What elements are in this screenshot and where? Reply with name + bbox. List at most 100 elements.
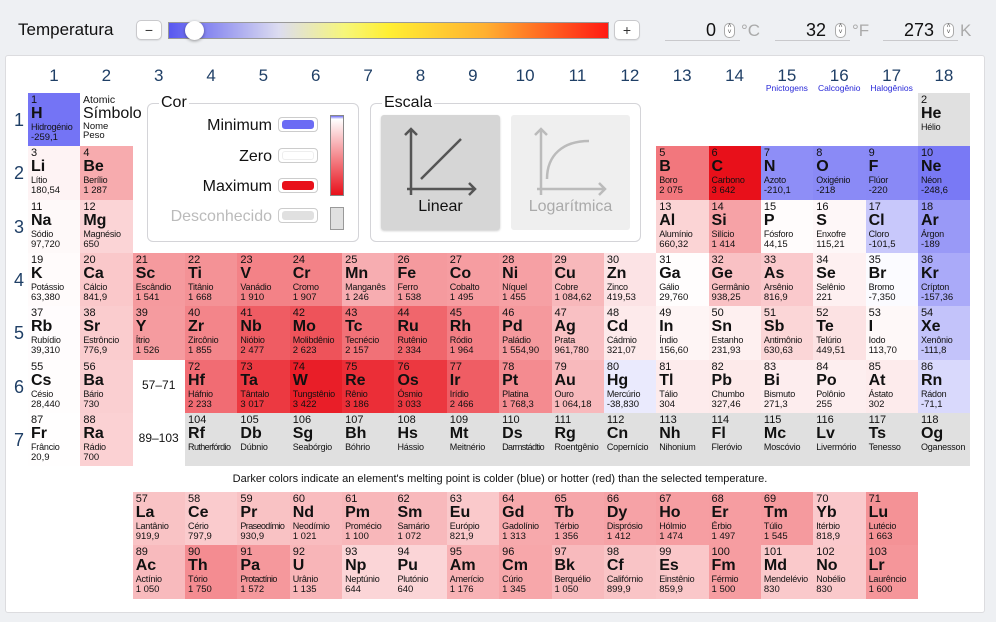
element-cell-tc[interactable]: 43 Tc Tecnécio 2 157	[342, 306, 395, 360]
element-cell-mo[interactable]: 42 Mo Molibdênio 2 623	[289, 306, 343, 360]
maximum-color-swatch[interactable]	[278, 178, 318, 193]
element-cell-sg[interactable]: 106 Sg Seabórgio	[289, 412, 343, 467]
element-cell-ag[interactable]: 47 Ag Prata 961,780	[551, 306, 604, 360]
element-cell-sr[interactable]: 38 Sr Estrôncio 776,9	[80, 306, 133, 360]
element-cell-pd[interactable]: 46 Pd Paládio 1 554,90	[499, 306, 552, 360]
element-cell-pb[interactable]: 82 Pb Chumbo 327,46	[708, 359, 761, 413]
element-cell-pu[interactable]: 94 Pu Plutónio 640	[394, 545, 447, 599]
element-cell-er[interactable]: 68 Er Érbio 1 497	[708, 492, 761, 546]
element-cell-cs[interactable]: 55 Cs Césio 28,440	[28, 359, 81, 413]
element-cell-nd[interactable]: 60 Nd Neodímio 1 021	[289, 492, 343, 546]
element-cell-in[interactable]: 49 In Índio 156,60	[656, 306, 709, 360]
element-cell-si[interactable]: 14 Si Silício 1 414	[708, 199, 761, 253]
element-cell-pt[interactable]: 78 Pt Platina 1 768,3	[499, 359, 552, 413]
element-cell-ra[interactable]: 88 Ra Rádio 700	[80, 412, 133, 467]
element-cell-au[interactable]: 79 Au Ouro 1 064,18	[551, 359, 604, 413]
celsius-stepper[interactable]: ˄ ˅	[724, 23, 735, 38]
unknown-color-swatch[interactable]	[278, 208, 318, 223]
element-cell-lu[interactable]: 71 Lu Lutécio 1 663	[865, 492, 918, 546]
element-cell-fm[interactable]: 100 Fm Férmio 1 500	[708, 545, 761, 599]
element-cell-i[interactable]: 53 I Iodo 113,70	[865, 306, 918, 360]
element-cell-c[interactable]: 6 C Carbono 3 642	[708, 146, 761, 200]
element-cell-la[interactable]: 57 La Lantânio 919,9	[132, 492, 186, 546]
element-cell-yb[interactable]: 70 Yb Itérbio 818,9	[813, 492, 866, 546]
minimum-color-swatch[interactable]	[278, 117, 318, 132]
element-cell-cm[interactable]: 96 Cm Cúrio 1 345	[499, 545, 552, 599]
element-cell-w[interactable]: 74 W Tungstênio 3 422	[289, 359, 343, 413]
element-cell-tl[interactable]: 81 Tl Tálio 304	[656, 359, 709, 413]
element-cell-mc[interactable]: 115 Mc Moscóvio	[760, 412, 814, 467]
element-cell-he[interactable]: 2 He Hélio	[917, 93, 971, 147]
element-cell-as[interactable]: 33 As Arsênio 816,9	[760, 252, 814, 307]
element-cell-p[interactable]: 15 P Fósforo 44,15	[760, 199, 814, 253]
element-cell-mn[interactable]: 25 Mn Manganês 1 246	[342, 252, 395, 307]
element-cell-se[interactable]: 34 Se Selênio 221	[813, 252, 866, 307]
element-cell-te[interactable]: 52 Te Telúrio 449,51	[813, 306, 866, 360]
element-cell-u[interactable]: 92 U Urânio 1 135	[289, 545, 343, 599]
element-cell-bh[interactable]: 107 Bh Bóhrio	[342, 412, 395, 467]
element-cell-al[interactable]: 13 Al Alumínio 660,32	[656, 199, 709, 253]
element-cell-ds[interactable]: 110 Ds Darmstádtio	[499, 412, 552, 467]
element-cell-sc[interactable]: 21 Sc Escândio 1 541	[132, 252, 186, 307]
temperature-slider[interactable]	[168, 22, 609, 39]
element-cell-gd[interactable]: 64 Gd Gadolínio 1 313	[499, 492, 552, 546]
element-cell-ce[interactable]: 58 Ce Cério 797,9	[185, 492, 238, 546]
element-cell-ts[interactable]: 117 Ts Tenesso	[865, 412, 918, 467]
element-cell-ni[interactable]: 28 Ni Níquel 1 455	[499, 252, 552, 307]
actinides-placeholder[interactable]: 89–103	[133, 431, 185, 445]
element-cell-mt[interactable]: 109 Mt Meitnério	[446, 412, 500, 467]
element-cell-am[interactable]: 95 Am Amerício 1 176	[446, 545, 500, 599]
zero-color-swatch[interactable]	[278, 148, 318, 163]
element-cell-sn[interactable]: 50 Sn Estanho 231,93	[708, 306, 761, 360]
element-cell-lr[interactable]: 103 Lr Laurêncio 1 600	[865, 545, 918, 599]
linear-scale-button[interactable]: Linear	[381, 115, 500, 230]
increase-button[interactable]: +	[614, 20, 640, 40]
element-cell-ac[interactable]: 89 Ac Actínio 1 050	[132, 545, 186, 599]
element-cell-ne[interactable]: 10 Ne Néon -248,6	[917, 146, 971, 200]
element-cell-rg[interactable]: 111 Rg Roentgênio	[551, 412, 604, 467]
element-cell-tb[interactable]: 65 Tb Térbio 1 356	[551, 492, 604, 546]
element-cell-os[interactable]: 76 Os Ósmio 3 033	[394, 359, 447, 413]
element-cell-ar[interactable]: 18 Ar Árgon -189	[917, 199, 971, 253]
element-cell-sm[interactable]: 62 Sm Samário 1 072	[394, 492, 447, 546]
element-cell-th[interactable]: 90 Th Tório 1 750	[185, 545, 238, 599]
element-cell-mg[interactable]: 12 Mg Magnésio 650	[80, 199, 133, 253]
element-cell-md[interactable]: 101 Md Mendelévio 830	[760, 545, 814, 599]
element-cell-s[interactable]: 16 S Enxofre 115,21	[813, 199, 866, 253]
element-cell-ir[interactable]: 77 Ir Irídio 2 466	[446, 359, 500, 413]
log-scale-button[interactable]: Logarítmica	[511, 115, 630, 230]
element-cell-nh[interactable]: 113 Nh Nihonium	[656, 412, 709, 467]
element-cell-cd[interactable]: 48 Cd Cádmio 321,07	[603, 306, 657, 360]
element-cell-zn[interactable]: 30 Zn Zinco 419,53	[603, 252, 657, 307]
element-cell-es[interactable]: 99 Es Einstênio 859,9	[656, 545, 709, 599]
element-cell-pa[interactable]: 91 Pa Protactínio 1 572	[237, 545, 290, 599]
element-cell-ga[interactable]: 31 Ga Gálio 29,760	[656, 252, 709, 307]
element-cell-n[interactable]: 7 N Azoto -210,1	[760, 146, 814, 200]
element-cell-rh[interactable]: 45 Rh Ródio 1 964	[446, 306, 500, 360]
lanthanides-placeholder[interactable]: 57–71	[133, 378, 185, 392]
element-cell-co[interactable]: 27 Co Cobalto 1 495	[446, 252, 500, 307]
decrease-button[interactable]: −	[136, 20, 162, 40]
element-cell-no[interactable]: 102 No Nobélio 830	[813, 545, 866, 599]
element-cell-pr[interactable]: 59 Pr Praseodímio 930,9	[237, 492, 290, 546]
element-cell-fe[interactable]: 26 Fe Ferro 1 538	[394, 252, 447, 307]
element-cell-pm[interactable]: 61 Pm Promécio 1 100	[342, 492, 395, 546]
element-cell-fl[interactable]: 114 Fl Fleróvio	[708, 412, 761, 467]
element-cell-at[interactable]: 85 At Ástato 302	[865, 359, 918, 413]
element-cell-ru[interactable]: 44 Ru Rutênio 2 334	[394, 306, 447, 360]
element-cell-tm[interactable]: 69 Tm Túlio 1 545	[760, 492, 814, 546]
element-cell-bk[interactable]: 97 Bk Berquélio 1 050	[551, 545, 604, 599]
fahrenheit-stepper[interactable]: ˄ ˅	[835, 23, 846, 38]
element-cell-v[interactable]: 23 V Vanádio 1 910	[237, 252, 290, 307]
element-cell-po[interactable]: 84 Po Polônio 255	[813, 359, 866, 413]
element-cell-br[interactable]: 35 Br Bromo -7,350	[865, 252, 918, 307]
element-cell-hg[interactable]: 80 Hg Mercúrio -38,830	[603, 359, 657, 413]
element-cell-cu[interactable]: 29 Cu Cobre 1 084,62	[551, 252, 604, 307]
element-cell-y[interactable]: 39 Y Ítrio 1 526	[132, 306, 186, 360]
element-cell-cr[interactable]: 24 Cr Cromo 1 907	[289, 252, 343, 307]
element-cell-na[interactable]: 11 Na Sódio 97,720	[28, 199, 81, 253]
element-cell-o[interactable]: 8 O Oxigénio -218	[813, 146, 866, 200]
element-cell-dy[interactable]: 66 Dy Disprósio 1 412	[603, 492, 657, 546]
element-cell-re[interactable]: 75 Re Rênio 3 186	[342, 359, 395, 413]
element-cell-rn[interactable]: 86 Rn Rádon -71,1	[917, 359, 971, 413]
